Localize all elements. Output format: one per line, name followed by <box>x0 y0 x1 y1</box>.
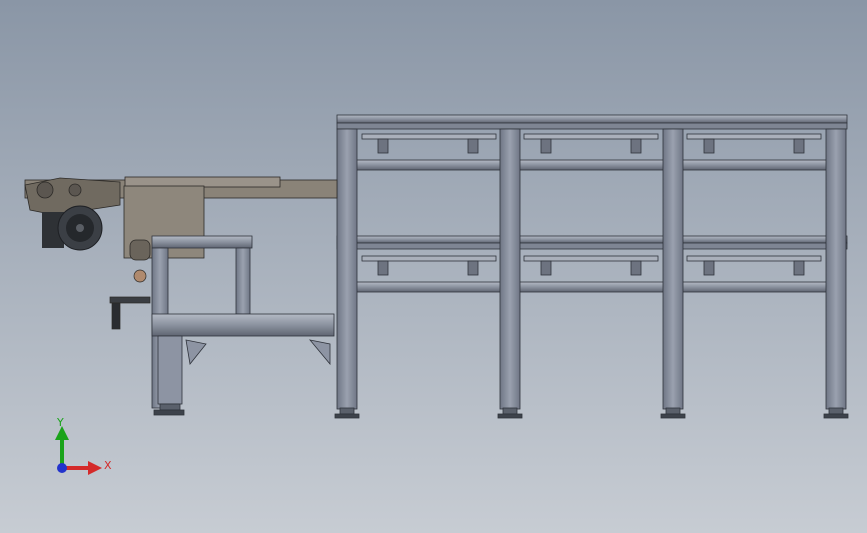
rack-leg-1 <box>334 128 360 419</box>
y-axis-label: Y <box>56 416 64 429</box>
top-roller-rail <box>336 114 848 130</box>
middle-roller-rail <box>336 235 848 250</box>
upper-guides <box>361 133 822 154</box>
upper-cross-beam <box>354 159 836 171</box>
x-axis-label: X <box>104 459 112 472</box>
x-axis-arrow-icon <box>88 461 102 475</box>
z-axis-dot-icon <box>57 463 67 473</box>
support-stand <box>151 235 335 416</box>
rack-leg-4 <box>823 128 849 419</box>
drive-motor <box>42 205 103 251</box>
lower-guides <box>361 255 822 276</box>
rack-leg-2 <box>497 128 523 419</box>
sensor-mount <box>109 269 151 330</box>
cad-viewport[interactable]: Y X <box>0 0 867 533</box>
coordinate-triad: Y X <box>55 416 112 475</box>
rack-leg-3 <box>660 128 686 419</box>
conveyor-rack <box>334 114 849 419</box>
lower-cross-beam <box>354 281 836 293</box>
assembly-drawing: Y X <box>24 114 849 475</box>
